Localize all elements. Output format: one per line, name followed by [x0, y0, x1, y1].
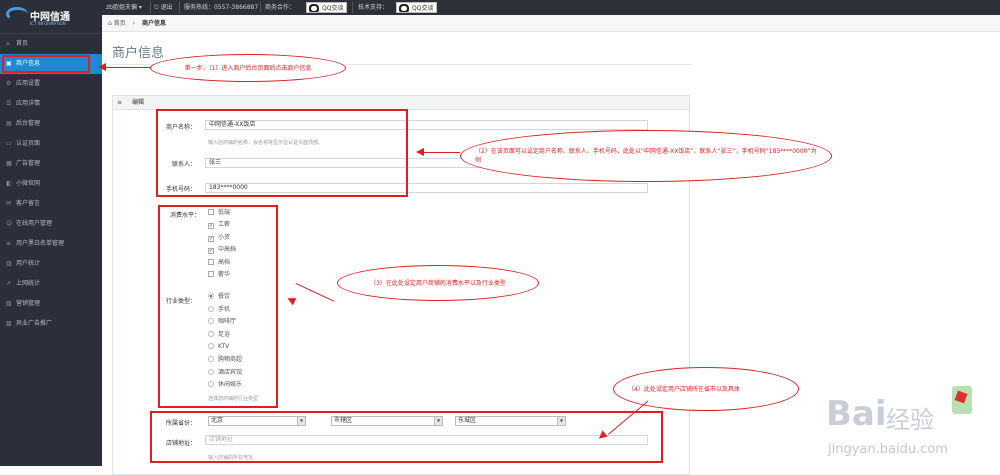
annotation-box-consume [158, 205, 278, 408]
divider [260, 2, 261, 13]
sidebar-item-9[interactable]: ✉ 客户留言 [0, 194, 102, 214]
ad-icon: ▦ [6, 160, 12, 167]
tech-label: 技术支持： [358, 4, 389, 11]
arrow-left-icon [416, 148, 424, 156]
marketing-icon: ▧ [6, 300, 12, 307]
sidebar-item-1[interactable]: ⌂ 首页 [0, 34, 102, 54]
qq-penguin-icon [309, 4, 319, 12]
watermark-url: jingyan.baidu.com [828, 442, 948, 457]
panel-header: ≡ 编辑 [113, 96, 689, 110]
sidebar-item-label: 用户统计 [16, 260, 41, 267]
sidebar-item-6[interactable]: ▭ 认证页面 [0, 134, 102, 154]
annotation-text-3: （3）在此处设定用户商铺的消费水平以及行业类型 [370, 279, 506, 287]
baidu-badge-icon [952, 386, 972, 414]
sidebar-item-label: 营销管理 [16, 300, 41, 307]
breadcrumb-home[interactable]: 首页 [114, 20, 126, 27]
chart-icon: ↗ [6, 280, 12, 287]
sidebar-item-13[interactable]: ↗ 上网统计 [0, 274, 102, 294]
user-icon: ☺ [6, 220, 13, 227]
sidebar-item-14[interactable]: ▧ 营销管理 [0, 294, 102, 314]
business-label: 商务合作： [265, 4, 296, 11]
qq-label: QQ交谈 [412, 5, 434, 12]
page-title: 商户信息 [112, 46, 165, 61]
sidebar-item-8[interactable]: ◧ 小微官网 [0, 174, 102, 194]
account-menu[interactable]: zb欧姐夫偏 ▾ [106, 0, 142, 15]
top-bar: zb欧姐夫偏 ▾ ⎋ 退出 服务热线：0557-3866887 商务合作： QQ… [102, 0, 1000, 15]
sidebar-item-label: 异业广告推广 [16, 320, 53, 327]
sidebar-item-label: 在线用户管理 [16, 220, 53, 227]
qq-chat-button-business[interactable]: QQ交谈 [306, 2, 348, 13]
qq-label: QQ交谈 [322, 5, 344, 12]
sidebar-item-label: 应用设置 [16, 80, 41, 87]
annotation-bubble-3: （3）在此处设定用户商铺的消费水平以及行业类型 [337, 265, 539, 301]
breadcrumb-separator: › [132, 20, 136, 27]
logo-swoosh-icon [6, 7, 28, 21]
sidebar-item-11[interactable]: ≡ 用户黑白名单管理 [0, 234, 102, 254]
sidebar-nav: ⌂ 首页 ▣ 商户信息 ⚙ 应用设置 ☰ 应用详情 ▤ 后台管理 ▭ 认证页面 ▦ 广告管理 ◧ 小微官网 ✉ 客… [0, 34, 102, 334]
baidu-jingyan-watermark: Bai 经验 jingyan.baidu.com [768, 386, 998, 464]
sidebar-item-label: 认证页面 [16, 140, 41, 147]
sidebar-item-12[interactable]: ▥ 用户统计 [0, 254, 102, 274]
sidebar-item-label: 广告管理 [16, 160, 41, 167]
list-icon: ≡ [6, 240, 12, 247]
sidebar-item-4[interactable]: ☰ 应用详情 [0, 94, 102, 114]
settings-icon: ⚙ [6, 80, 12, 87]
auth-icon: ▭ [6, 140, 12, 147]
logout-link[interactable]: ⎋ 退出 [154, 0, 173, 15]
hotline-text: 服务热线：0557-3866887 [184, 4, 259, 11]
stats-icon: ▥ [6, 260, 12, 267]
annotation-box-merchant [156, 109, 408, 197]
admin-icon: ▤ [6, 120, 12, 127]
sidebar-item-5[interactable]: ▤ 后台管理 [0, 114, 102, 134]
annotation-text-1: 第一步，（1）进入商户后台页面后点击商户信息 [184, 64, 312, 72]
logo-subtitle: ICT INFORMATION [30, 21, 66, 26]
breadcrumb: ⌂ 首页 › 商户信息 [102, 15, 1000, 32]
qq-chat-button-tech[interactable]: QQ交谈 [396, 2, 438, 13]
watermark-logo-b: 经验 [886, 406, 934, 434]
detail-icon: ☰ [6, 100, 12, 107]
home-icon: ⌂ [6, 40, 10, 47]
annotation-arrow-line-2 [423, 152, 460, 153]
promo-icon: ▨ [6, 320, 12, 327]
sidebar-item-15[interactable]: ▨ 异业广告推广 [0, 314, 102, 334]
annotation-text-4: （4）此处设定用户店铺所在省市以及具体 [628, 385, 740, 393]
sidebar-item-label: 用户黑白名单管理 [16, 240, 65, 247]
menu-bars-icon: ≡ [117, 99, 123, 106]
divider [352, 2, 353, 13]
annotation-box-region [150, 411, 663, 463]
annotation-bubble-2: （2）在该页面可以设定商户名称、联系人、手机号码，此处以“中网信通-XX饭店”，… [460, 130, 832, 182]
sidebar-item-label: 客户留言 [16, 200, 41, 207]
sidebar-item-label: 应用详情 [16, 100, 41, 107]
sidebar-item-3[interactable]: ⚙ 应用设置 [0, 74, 102, 94]
arrow-left-icon [98, 63, 106, 71]
home-icon: ⌂ [108, 20, 112, 27]
sidebar-item-label: 首页 [16, 40, 29, 47]
divider [179, 2, 180, 13]
qq-penguin-icon [399, 4, 409, 12]
divider [150, 2, 151, 13]
annotation-text-2: （2）在该页面可以设定商户名称、联系人、手机号码，此处以“中网信通-XX饭店”，… [475, 148, 817, 164]
annotation-arrow-line-1 [105, 67, 150, 68]
sidebar-item-label: 后台管理 [16, 120, 41, 127]
panel-title: 编辑 [132, 99, 145, 106]
breadcrumb-current: 商户信息 [142, 20, 167, 27]
annotation-box-sidebar [2, 55, 90, 73]
sidebar-item-7[interactable]: ▦ 广告管理 [0, 154, 102, 174]
sidebar-item-label: 上网统计 [16, 280, 41, 287]
sidebar-item-label: 小微官网 [16, 180, 41, 187]
logo[interactable]: 中网信通 ICT INFORMATION [0, 0, 102, 34]
message-icon: ✉ [6, 200, 12, 207]
web-icon: ◧ [6, 180, 12, 187]
annotation-bubble-1: 第一步，（1）进入商户后台页面后点击商户信息 [150, 54, 346, 82]
sidebar-item-10[interactable]: ☺ 在线用户管理 [0, 214, 102, 234]
watermark-logo-a: Bai [826, 394, 887, 434]
